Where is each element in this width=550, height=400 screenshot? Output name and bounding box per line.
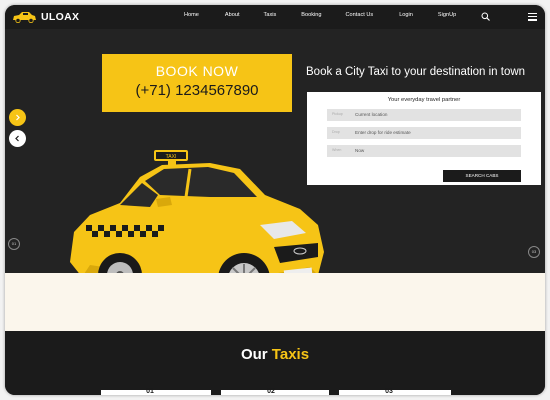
search-icon[interactable]: [481, 12, 490, 21]
main-menu: Home About Taxis Booking Contact Us Logi…: [180, 12, 456, 18]
pickup-field[interactable]: Pickup Current location: [327, 109, 521, 121]
taxi-card-number: 03: [385, 388, 393, 395]
taxi-card[interactable]: 03: [339, 388, 451, 395]
book-now-banner[interactable]: BOOK NOW (+71) 1234567890: [102, 54, 292, 112]
drop-label: Drop: [332, 130, 340, 134]
booking-form: Your everyday travel partner Pickup Curr…: [307, 92, 541, 185]
pickup-label: Pickup: [332, 112, 343, 116]
slide-indicator-right[interactable]: 03: [528, 246, 540, 258]
nav-link-signup[interactable]: SignUp: [438, 12, 456, 18]
when-value: Now: [355, 148, 365, 153]
cream-divider-section: [5, 273, 545, 331]
booking-phone-number: (+71) 1234567890: [135, 82, 259, 99]
nav-link-login[interactable]: Login: [399, 12, 413, 18]
our-taxis-heading-part2: Taxis: [271, 346, 310, 363]
hero-heading: Book a City Taxi to your destination in …: [306, 66, 526, 78]
slider-next-button[interactable]: [9, 109, 26, 126]
taxi-card[interactable]: 01: [101, 388, 211, 395]
slider-prev-button[interactable]: [9, 130, 26, 147]
nav-link-contact-us[interactable]: Contact Us: [346, 12, 374, 18]
taxi-card-number: 01: [146, 388, 154, 395]
search-cabs-button[interactable]: SEARCH CABS: [443, 170, 521, 182]
chevron-right-icon: [16, 114, 20, 121]
hero-section: BOOK NOW (+71) 1234567890 Book a City Ta…: [5, 29, 545, 307]
our-taxis-section: Our Taxis 01 02 03: [5, 331, 545, 395]
when-label: When: [332, 148, 342, 152]
nav-link-booking[interactable]: Booking: [301, 12, 321, 18]
when-field[interactable]: When Now: [327, 145, 521, 157]
our-taxis-heading: Our Taxis: [5, 346, 545, 363]
nav-link-taxis[interactable]: Taxis: [264, 12, 277, 18]
logo[interactable]: ULOAX: [11, 10, 79, 23]
taxi-car-icon: [13, 12, 36, 23]
chevron-left-icon: [15, 135, 19, 142]
top-navbar: ULOAX Home About Taxis Booking Contact U…: [5, 5, 545, 29]
book-now-label: BOOK NOW: [155, 63, 239, 79]
nav-link-home[interactable]: Home: [184, 12, 199, 18]
slide-indicator-left[interactable]: 01: [8, 238, 20, 250]
nav-link-about[interactable]: About: [225, 12, 240, 18]
pickup-value: Current location: [355, 112, 388, 117]
taxi-card[interactable]: 02: [221, 388, 329, 395]
drop-field[interactable]: Drop Enter drop for ride estimate: [327, 127, 521, 139]
brand-name: ULOAX: [41, 10, 80, 23]
hamburger-menu-icon[interactable]: [528, 13, 537, 21]
browser-frame: ULOAX Home About Taxis Booking Contact U…: [5, 5, 545, 395]
svg-text:TAXI: TAXI: [166, 154, 177, 160]
taxi-card-number: 02: [267, 388, 275, 395]
form-title: Your everyday travel partner: [387, 97, 461, 103]
drop-value: Enter drop for ride estimate: [355, 130, 411, 135]
our-taxis-heading-part1: Our: [240, 346, 272, 363]
